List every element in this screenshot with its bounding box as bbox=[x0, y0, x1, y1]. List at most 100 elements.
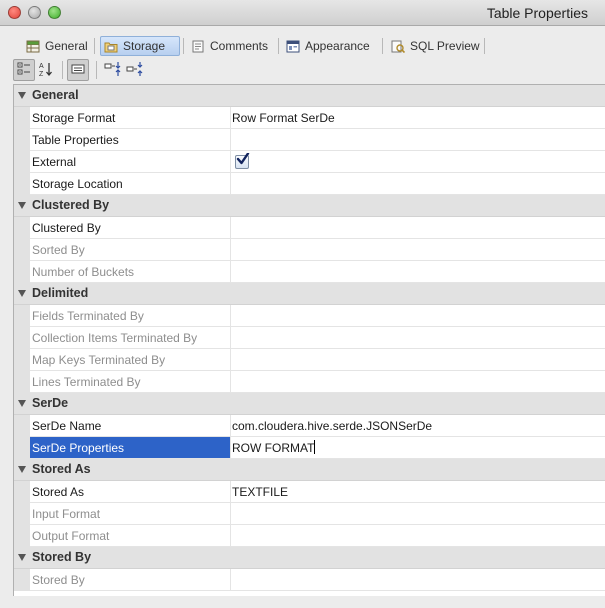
serde-properties-input[interactable]: ROW FORMAT bbox=[232, 441, 314, 455]
description-toggle-button[interactable] bbox=[67, 59, 89, 81]
triangle-down-icon[interactable] bbox=[18, 466, 26, 473]
property-lines-terminated-by: Lines Terminated By bbox=[14, 371, 605, 393]
table-icon bbox=[26, 40, 40, 53]
row-gutter bbox=[14, 371, 30, 393]
tab-comments[interactable]: Comments bbox=[188, 36, 271, 56]
property-name: SerDe Name bbox=[30, 415, 231, 437]
property-name: SerDe Properties bbox=[30, 437, 231, 459]
tab-divider bbox=[484, 38, 485, 54]
row-gutter bbox=[14, 305, 30, 327]
row-gutter bbox=[14, 151, 30, 173]
external-value bbox=[231, 151, 605, 173]
tab-sql-preview-label: SQL Preview bbox=[410, 39, 480, 53]
property-map-keys-terminated-by: Map Keys Terminated By bbox=[14, 349, 605, 371]
categorized-view-button[interactable] bbox=[13, 59, 35, 81]
window-title: Table Properties bbox=[486, 5, 588, 21]
input-format-value bbox=[231, 503, 605, 525]
row-gutter bbox=[14, 239, 30, 261]
comments-icon bbox=[191, 40, 205, 53]
category-general[interactable]: General bbox=[14, 85, 605, 107]
property-stored-by: Stored By bbox=[14, 569, 605, 591]
category-label: Delimited bbox=[32, 286, 89, 300]
property-name: Stored As bbox=[30, 481, 231, 503]
sort-alphabetical-button[interactable]: AZ bbox=[35, 59, 57, 81]
storage-format-value[interactable]: Row Format SerDe bbox=[231, 107, 605, 129]
property-storage-format[interactable]: Storage Format Row Format SerDe bbox=[14, 107, 605, 129]
expand-all-icon bbox=[104, 61, 122, 80]
property-name: Storage Format bbox=[30, 107, 231, 129]
category-stored-as[interactable]: Stored As bbox=[14, 459, 605, 481]
collection-items-terminated-by-value bbox=[231, 327, 605, 349]
categorized-icon bbox=[17, 62, 31, 79]
expand-all-button[interactable] bbox=[102, 59, 124, 81]
property-serde-name[interactable]: SerDe Name com.cloudera.hive.serde.JSONS… bbox=[14, 415, 605, 437]
window-left-edge bbox=[0, 84, 13, 596]
row-gutter bbox=[14, 129, 30, 151]
property-storage-location[interactable]: Storage Location bbox=[14, 173, 605, 195]
row-gutter bbox=[14, 107, 30, 129]
collapse-all-icon bbox=[126, 61, 144, 80]
collapse-all-button[interactable] bbox=[124, 59, 146, 81]
serde-name-value[interactable]: com.cloudera.hive.serde.JSONSerDe bbox=[231, 415, 605, 437]
window-bottom-strip bbox=[0, 596, 605, 608]
row-gutter bbox=[14, 525, 30, 547]
property-name: Clustered By bbox=[30, 217, 231, 239]
triangle-down-icon[interactable] bbox=[18, 202, 26, 209]
close-window-button[interactable] bbox=[8, 6, 21, 19]
property-name: Input Format bbox=[30, 503, 231, 525]
serde-properties-editor[interactable]: ROW FORMAT bbox=[231, 437, 605, 459]
tab-divider bbox=[278, 38, 279, 54]
tab-general[interactable]: General bbox=[23, 36, 91, 56]
triangle-down-icon[interactable] bbox=[18, 400, 26, 407]
map-keys-terminated-by-value bbox=[231, 349, 605, 371]
property-sorted-by: Sorted By bbox=[14, 239, 605, 261]
property-stored-as[interactable]: Stored As TEXTFILE bbox=[14, 481, 605, 503]
external-checkbox[interactable] bbox=[235, 153, 250, 169]
property-name: Output Format bbox=[30, 525, 231, 547]
property-collection-items-terminated-by: Collection Items Terminated By bbox=[14, 327, 605, 349]
triangle-down-icon[interactable] bbox=[18, 290, 26, 297]
property-name: Stored By bbox=[30, 569, 231, 591]
row-gutter bbox=[14, 503, 30, 525]
clustered-by-value[interactable] bbox=[231, 217, 605, 239]
category-delimited[interactable]: Delimited bbox=[14, 283, 605, 305]
property-serde-properties[interactable]: SerDe Properties ROW FORMAT bbox=[14, 437, 605, 459]
table-properties-value[interactable] bbox=[231, 129, 605, 151]
category-clustered-by[interactable]: Clustered By bbox=[14, 195, 605, 217]
minimize-window-button[interactable] bbox=[28, 6, 41, 19]
row-gutter bbox=[14, 415, 30, 437]
category-stored-by[interactable]: Stored By bbox=[14, 547, 605, 569]
property-external[interactable]: External bbox=[14, 151, 605, 173]
row-gutter bbox=[14, 481, 30, 503]
property-output-format: Output Format bbox=[14, 525, 605, 547]
property-table-properties[interactable]: Table Properties bbox=[14, 129, 605, 151]
property-clustered-by[interactable]: Clustered By bbox=[14, 217, 605, 239]
triangle-down-icon[interactable] bbox=[18, 92, 26, 99]
property-input-format: Input Format bbox=[14, 503, 605, 525]
number-of-buckets-value bbox=[231, 261, 605, 283]
row-gutter bbox=[14, 349, 30, 371]
zoom-window-button[interactable] bbox=[48, 6, 61, 19]
tab-sql-preview[interactable]: SQL Preview bbox=[388, 36, 483, 56]
tab-storage[interactable]: Storage bbox=[100, 36, 180, 56]
sql-preview-icon bbox=[391, 40, 406, 53]
sorted-by-value bbox=[231, 239, 605, 261]
stored-by-value bbox=[231, 569, 605, 591]
storage-location-value[interactable] bbox=[231, 173, 605, 195]
property-fields-terminated-by: Fields Terminated By bbox=[14, 305, 605, 327]
lines-terminated-by-value bbox=[231, 371, 605, 393]
tab-divider bbox=[183, 38, 184, 54]
tab-divider bbox=[94, 38, 95, 54]
category-label: Clustered By bbox=[32, 198, 110, 212]
tab-divider bbox=[382, 38, 383, 54]
row-gutter bbox=[14, 261, 30, 283]
toolbar-divider bbox=[62, 61, 63, 79]
triangle-down-icon[interactable] bbox=[18, 554, 26, 561]
stored-as-value[interactable]: TEXTFILE bbox=[231, 481, 605, 503]
category-label: Stored By bbox=[32, 550, 92, 564]
tab-appearance[interactable]: Appearance bbox=[283, 36, 373, 56]
category-serde[interactable]: SerDe bbox=[14, 393, 605, 415]
row-gutter bbox=[14, 327, 30, 349]
output-format-value bbox=[231, 525, 605, 547]
category-label: Stored As bbox=[32, 462, 91, 476]
